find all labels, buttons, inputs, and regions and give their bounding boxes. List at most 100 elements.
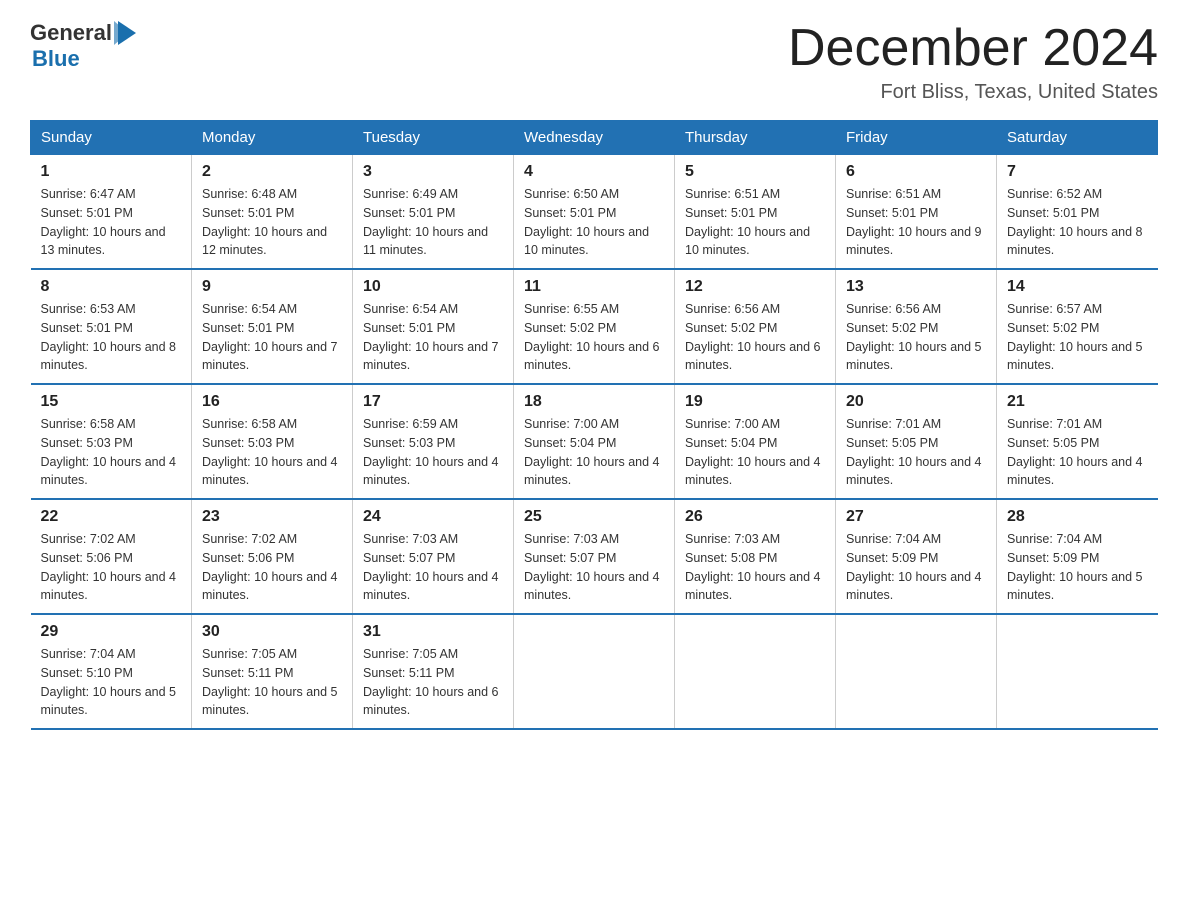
day-info: Sunrise: 7:02 AMSunset: 5:06 PMDaylight:… [41, 530, 182, 605]
calendar-cell: 28 Sunrise: 7:04 AMSunset: 5:09 PMDayligh… [997, 499, 1158, 614]
calendar-cell: 24 Sunrise: 7:03 AMSunset: 5:07 PMDayligh… [353, 499, 514, 614]
day-number: 4 [524, 163, 664, 181]
day-number: 14 [1007, 278, 1148, 296]
day-number: 15 [41, 393, 182, 411]
logo-triangle-icon [114, 21, 136, 45]
calendar-header: SundayMondayTuesdayWednesdayThursdayFrid… [31, 121, 1158, 155]
day-info: Sunrise: 6:53 AMSunset: 5:01 PMDaylight:… [41, 300, 182, 375]
calendar-cell: 30 Sunrise: 7:05 AMSunset: 5:11 PMDayligh… [192, 614, 353, 729]
day-info: Sunrise: 7:00 AMSunset: 5:04 PMDaylight:… [685, 415, 825, 490]
calendar-cell: 6 Sunrise: 6:51 AMSunset: 5:01 PMDaylight… [836, 155, 997, 270]
day-number: 11 [524, 278, 664, 296]
calendar-cell: 27 Sunrise: 7:04 AMSunset: 5:09 PMDayligh… [836, 499, 997, 614]
day-info: Sunrise: 6:55 AMSunset: 5:02 PMDaylight:… [524, 300, 664, 375]
calendar-cell: 14Sunrise: 6:57 AMSunset: 5:02 PMDayligh… [997, 269, 1158, 384]
day-number: 22 [41, 508, 182, 526]
calendar-cell: 5Sunrise: 6:51 AMSunset: 5:01 PMDaylight… [675, 155, 836, 270]
calendar-cell: 8 Sunrise: 6:53 AMSunset: 5:01 PMDaylight… [31, 269, 192, 384]
logo-blue-text: Blue [32, 46, 80, 71]
header: General Blue December 2024 Fort Bliss, T… [30, 20, 1158, 104]
day-info: Sunrise: 6:52 AMSunset: 5:01 PMDaylight:… [1007, 185, 1148, 260]
day-info: Sunrise: 6:56 AMSunset: 5:02 PMDaylight:… [846, 300, 986, 375]
calendar-cell: 23 Sunrise: 7:02 AMSunset: 5:06 PMDayligh… [192, 499, 353, 614]
day-number: 18 [524, 393, 664, 411]
calendar-week-5: 29Sunrise: 7:04 AMSunset: 5:10 PMDayligh… [31, 614, 1158, 729]
day-number: 1 [41, 163, 182, 181]
calendar-cell: 17Sunrise: 6:59 AMSunset: 5:03 PMDayligh… [353, 384, 514, 499]
calendar-body: 1Sunrise: 6:47 AMSunset: 5:01 PMDaylight… [31, 155, 1158, 730]
day-number: 20 [846, 393, 986, 411]
calendar-cell: 16 Sunrise: 6:58 AMSunset: 5:03 PMDayligh… [192, 384, 353, 499]
logo-general-text: General [30, 20, 112, 46]
day-info: Sunrise: 7:05 AMSunset: 5:11 PMDaylight:… [202, 645, 342, 720]
calendar-cell: 7 Sunrise: 6:52 AMSunset: 5:01 PMDaylight… [997, 155, 1158, 270]
day-number: 13 [846, 278, 986, 296]
day-info: Sunrise: 6:56 AMSunset: 5:02 PMDaylight:… [685, 300, 825, 375]
calendar-table: SundayMondayTuesdayWednesdayThursdayFrid… [30, 120, 1158, 730]
weekday-header-friday: Friday [836, 121, 997, 155]
day-number: 24 [363, 508, 503, 526]
day-info: Sunrise: 7:00 AMSunset: 5:04 PMDaylight:… [524, 415, 664, 490]
day-info: Sunrise: 6:58 AMSunset: 5:03 PMDaylight:… [41, 415, 182, 490]
day-number: 26 [685, 508, 825, 526]
day-number: 2 [202, 163, 342, 181]
calendar-cell: 1Sunrise: 6:47 AMSunset: 5:01 PMDaylight… [31, 155, 192, 270]
calendar-cell: 21 Sunrise: 7:01 AMSunset: 5:05 PMDayligh… [997, 384, 1158, 499]
day-number: 12 [685, 278, 825, 296]
day-info: Sunrise: 7:02 AMSunset: 5:06 PMDaylight:… [202, 530, 342, 605]
day-info: Sunrise: 7:04 AMSunset: 5:09 PMDaylight:… [1007, 530, 1148, 605]
calendar-cell [997, 614, 1158, 729]
calendar-cell: 31Sunrise: 7:05 AMSunset: 5:11 PMDayligh… [353, 614, 514, 729]
day-info: Sunrise: 7:04 AMSunset: 5:09 PMDaylight:… [846, 530, 986, 605]
calendar-cell: 18 Sunrise: 7:00 AMSunset: 5:04 PMDayligh… [514, 384, 675, 499]
day-number: 8 [41, 278, 182, 296]
day-info: Sunrise: 7:03 AMSunset: 5:07 PMDaylight:… [363, 530, 503, 605]
weekday-header-tuesday: Tuesday [353, 121, 514, 155]
day-info: Sunrise: 7:01 AMSunset: 5:05 PMDaylight:… [846, 415, 986, 490]
calendar-cell: 25Sunrise: 7:03 AMSunset: 5:07 PMDayligh… [514, 499, 675, 614]
weekday-header-row: SundayMondayTuesdayWednesdayThursdayFrid… [31, 121, 1158, 155]
calendar-cell: 19Sunrise: 7:00 AMSunset: 5:04 PMDayligh… [675, 384, 836, 499]
day-number: 9 [202, 278, 342, 296]
calendar-cell [836, 614, 997, 729]
calendar-week-3: 15 Sunrise: 6:58 AMSunset: 5:03 PMDayligh… [31, 384, 1158, 499]
calendar-cell: 11 Sunrise: 6:55 AMSunset: 5:02 PMDayligh… [514, 269, 675, 384]
day-number: 27 [846, 508, 986, 526]
calendar-cell: 12 Sunrise: 6:56 AMSunset: 5:02 PMDayligh… [675, 269, 836, 384]
day-number: 21 [1007, 393, 1148, 411]
day-info: Sunrise: 7:05 AMSunset: 5:11 PMDaylight:… [363, 645, 503, 720]
calendar-cell: 20 Sunrise: 7:01 AMSunset: 5:05 PMDayligh… [836, 384, 997, 499]
calendar-cell: 29Sunrise: 7:04 AMSunset: 5:10 PMDayligh… [31, 614, 192, 729]
day-number: 30 [202, 623, 342, 641]
title-block: December 2024 Fort Bliss, Texas, United … [788, 20, 1158, 104]
day-number: 6 [846, 163, 986, 181]
weekday-header-wednesday: Wednesday [514, 121, 675, 155]
day-info: Sunrise: 6:54 AMSunset: 5:01 PMDaylight:… [363, 300, 503, 375]
day-number: 23 [202, 508, 342, 526]
day-number: 7 [1007, 163, 1148, 181]
day-info: Sunrise: 6:54 AMSunset: 5:01 PMDaylight:… [202, 300, 342, 375]
calendar-cell: 3Sunrise: 6:49 AMSunset: 5:01 PMDaylight… [353, 155, 514, 270]
logo: General Blue [30, 20, 138, 72]
day-info: Sunrise: 6:51 AMSunset: 5:01 PMDaylight:… [685, 185, 825, 260]
day-number: 3 [363, 163, 503, 181]
page-subtitle: Fort Bliss, Texas, United States [788, 81, 1158, 104]
day-number: 16 [202, 393, 342, 411]
calendar-cell: 26Sunrise: 7:03 AMSunset: 5:08 PMDayligh… [675, 499, 836, 614]
day-info: Sunrise: 6:50 AMSunset: 5:01 PMDaylight:… [524, 185, 664, 260]
calendar-cell: 13 Sunrise: 6:56 AMSunset: 5:02 PMDayligh… [836, 269, 997, 384]
calendar-week-4: 22 Sunrise: 7:02 AMSunset: 5:06 PMDayligh… [31, 499, 1158, 614]
weekday-header-monday: Monday [192, 121, 353, 155]
day-number: 10 [363, 278, 503, 296]
calendar-week-2: 8 Sunrise: 6:53 AMSunset: 5:01 PMDaylight… [31, 269, 1158, 384]
day-info: Sunrise: 6:51 AMSunset: 5:01 PMDaylight:… [846, 185, 986, 260]
day-info: Sunrise: 6:58 AMSunset: 5:03 PMDaylight:… [202, 415, 342, 490]
day-info: Sunrise: 6:48 AMSunset: 5:01 PMDaylight:… [202, 185, 342, 260]
day-info: Sunrise: 7:03 AMSunset: 5:07 PMDaylight:… [524, 530, 664, 605]
calendar-cell: 10 Sunrise: 6:54 AMSunset: 5:01 PMDayligh… [353, 269, 514, 384]
day-info: Sunrise: 6:59 AMSunset: 5:03 PMDaylight:… [363, 415, 503, 490]
day-number: 28 [1007, 508, 1148, 526]
day-info: Sunrise: 7:01 AMSunset: 5:05 PMDaylight:… [1007, 415, 1148, 490]
page-title: December 2024 [788, 20, 1158, 77]
calendar-cell: 9 Sunrise: 6:54 AMSunset: 5:01 PMDaylight… [192, 269, 353, 384]
